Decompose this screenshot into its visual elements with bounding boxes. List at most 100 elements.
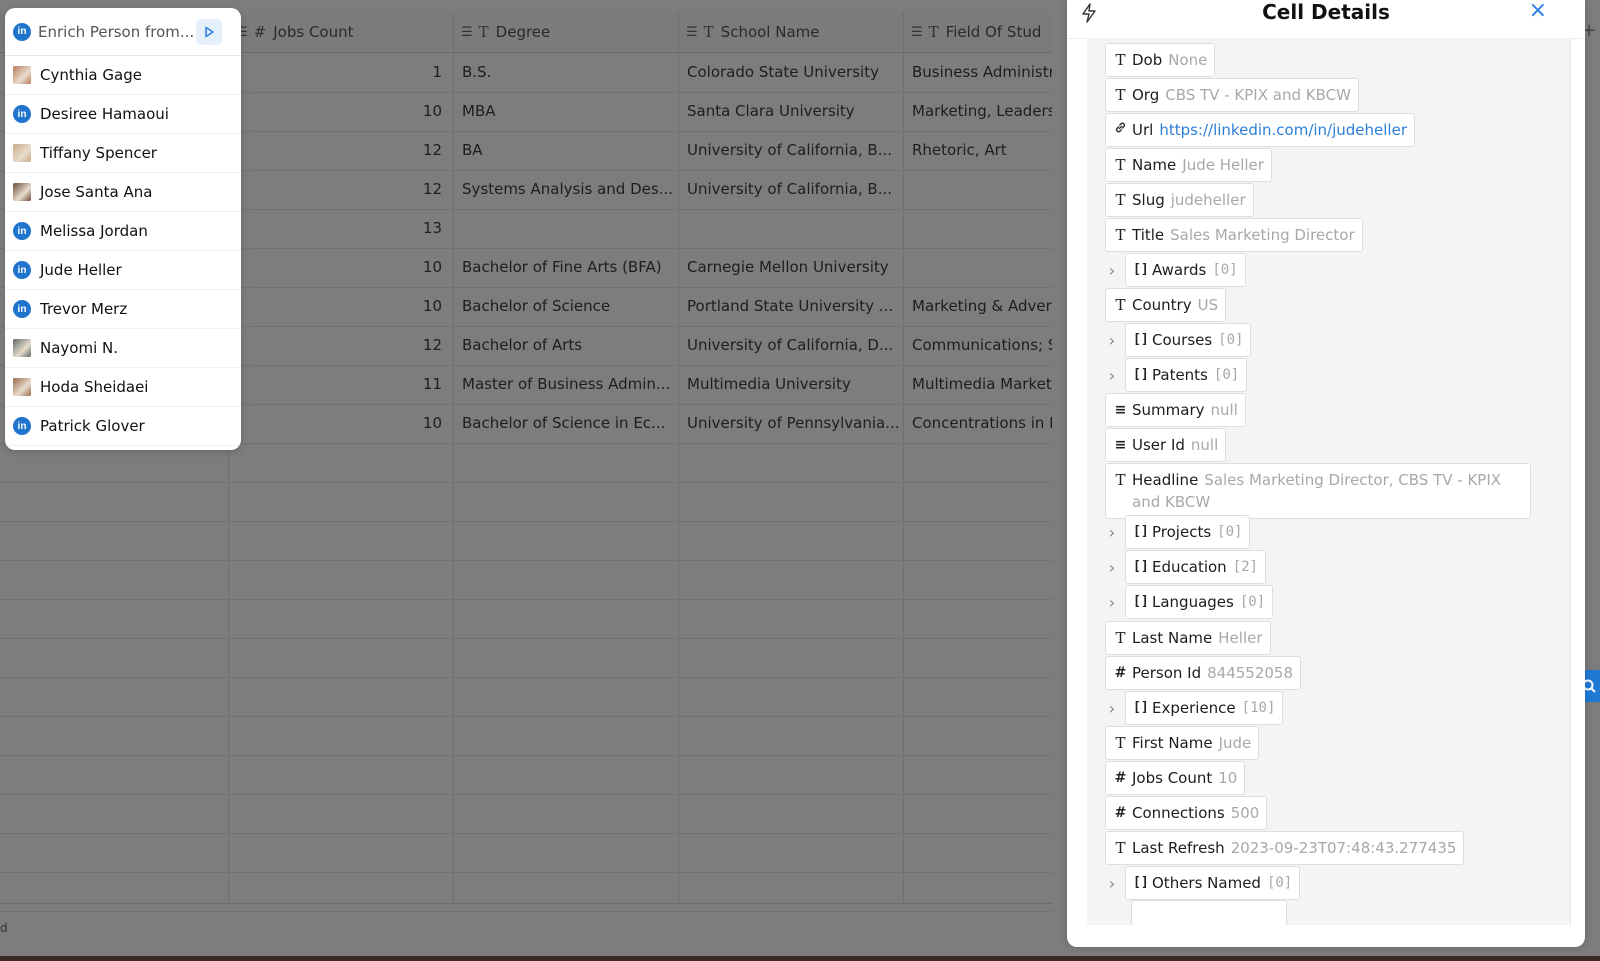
table-cell-field[interactable] [912,170,1052,209]
chevron-right-icon[interactable]: › [1099,558,1125,577]
field-pill[interactable]: # Person Id 844552058 [1105,656,1302,690]
table-cell-school[interactable]: Portland State University ... [687,287,901,326]
run-button[interactable] [196,18,222,45]
chevron-right-icon[interactable]: › [1099,523,1125,542]
field-pill[interactable]: [] Experience [10] [1125,691,1284,725]
person-option[interactable]: in Patrick Glover [5,407,241,446]
field-pill[interactable]: T Title Sales Marketing Director [1105,218,1363,252]
field-pill[interactable]: T Last Refresh 2023-09-23T07:48:43.277435 [1105,831,1465,865]
chevron-right-icon[interactable]: › [1099,699,1125,718]
field-pill[interactable]: T Name Jude Heller [1105,148,1272,182]
column-header-field-of-study[interactable]: ☰ T Field Of Stud [911,12,1052,52]
table-cell-jobs[interactable]: 10 [236,248,442,287]
table-cell-school[interactable]: Multimedia University [687,365,901,404]
table-cell-degree[interactable]: Bachelor of Science in Ec... [462,404,676,443]
table-cell-jobs[interactable]: 12 [236,170,442,209]
table-cell-jobs[interactable]: 13 [236,209,442,248]
table-cell-jobs[interactable]: 10 [236,287,442,326]
column-header-school-name[interactable]: ☰ T School Name [686,12,904,52]
table-cell-jobs[interactable]: 10 [236,404,442,443]
table-cell-field[interactable]: Rhetoric, Art [912,131,1052,170]
table-cell-school[interactable]: Santa Clara University [687,92,901,131]
table-cell-degree[interactable]: Bachelor of Arts [462,326,676,365]
field-key: User Id [1132,436,1185,454]
table-cell-jobs[interactable]: 12 [236,131,442,170]
linkedin-icon: in [13,417,31,435]
table-cell-degree[interactable]: MBA [462,92,676,131]
column-header-jobs-count[interactable]: ☰ # Jobs Count [236,12,454,52]
table-cell-degree[interactable]: Master of Business Admin... [462,365,676,404]
table-cell-field[interactable]: Communications; S [912,326,1052,365]
person-option[interactable]: in Jude Heller [5,251,241,290]
field-value[interactable]: https://linkedin.com/in/judeheller [1159,119,1407,141]
link-icon [1113,119,1128,141]
person-option[interactable]: in Trevor Merz [5,290,241,329]
table-cell-jobs[interactable]: 1 [236,53,442,92]
table-cell-field[interactable]: Marketing, Leaders [912,92,1052,131]
table-cell-degree[interactable]: B.S. [462,53,676,92]
table-row [0,794,1052,834]
table-cell-degree[interactable] [462,209,676,248]
table-cell-field[interactable] [912,209,1052,248]
table-cell-jobs[interactable]: 12 [236,326,442,365]
field-pill[interactable]: [] Patents [0] [1125,358,1248,392]
person-option[interactable]: Jose Santa Ana [5,173,241,212]
sort-icon: ☰ [911,24,923,40]
field-pill[interactable]: [] Awards [0] [1125,253,1246,287]
field-key: Experience [1152,699,1236,717]
table-cell-school[interactable]: University of California, B... [687,131,901,170]
table-cell-degree[interactable]: Systems Analysis and Des... [462,170,676,209]
field-pill[interactable]: T First Name Jude [1105,726,1260,760]
field-first-name: T First Name Jude [1105,726,1260,760]
field-pill[interactable]: # Connections 500 [1105,796,1268,830]
field-pill[interactable]: # Jobs Count 10 [1105,761,1246,795]
chevron-right-icon[interactable]: › [1099,261,1125,280]
field-pill[interactable]: [] Courses [0] [1125,323,1252,357]
table-cell-jobs[interactable]: 11 [236,365,442,404]
table-cell-field[interactable]: Business Administr [912,53,1052,92]
field-key: Others Named [1152,874,1261,892]
table-cell-degree[interactable]: Bachelor of Science [462,287,676,326]
paragraph-icon: ≡ [1114,402,1127,418]
person-option[interactable]: Nayomi N. [5,329,241,368]
field-pill[interactable] [1131,900,1287,925]
table-cell-school[interactable]: University of California, D... [687,326,901,365]
table-cell-field[interactable]: Marketing & Advert [912,287,1052,326]
field-pill[interactable]: T Dob None [1105,43,1216,77]
table-cell-field[interactable]: Concentrations in F [912,404,1052,443]
table-cell-school[interactable] [687,209,901,248]
chevron-right-icon[interactable]: › [1099,874,1125,893]
close-icon[interactable]: × [1529,0,1547,22]
field-pill[interactable]: [] Education [2] [1125,550,1266,584]
chevron-right-icon[interactable]: › [1099,593,1125,612]
chevron-right-icon[interactable]: › [1099,366,1125,385]
table-cell-field[interactable] [912,248,1052,287]
table-cell-degree[interactable]: Bachelor of Fine Arts (BFA) [462,248,676,287]
field-pill[interactable]: T Country US [1105,288,1227,322]
field-pill[interactable]: [] Others Named [0] [1125,866,1301,900]
field-pill[interactable]: [] Languages [0] [1125,585,1274,619]
column-header-degree[interactable]: ☰ T Degree [461,12,679,52]
table-cell-degree[interactable]: BA [462,131,676,170]
person-option[interactable]: Tiffany Spencer [5,134,241,173]
table-cell-school[interactable]: University of Pennsylvania... [687,404,901,443]
field-pill[interactable]: ≡ Summary null [1105,393,1246,427]
person-option[interactable]: Hoda Sheidaei [5,368,241,407]
scroll-track[interactable] [1570,38,1571,925]
field-pill[interactable]: [] Projects [0] [1125,515,1251,549]
table-cell-school[interactable]: University of California, B... [687,170,901,209]
table-cell-field[interactable]: Multimedia Marketi [912,365,1052,404]
table-cell-school[interactable]: Colorado State University [687,53,901,92]
field-pill[interactable]: ≡ User Id null [1105,428,1227,462]
person-option[interactable]: Cynthia Gage [5,56,241,95]
field-pill[interactable]: T Headline Sales Marketing Director, CBS T… [1105,463,1531,519]
field-pill[interactable]: T Slug judeheller [1105,183,1254,217]
field-pill[interactable]: T Org CBS TV - KPIX and KBCW [1105,78,1359,112]
field-pill[interactable]: Url https://linkedin.com/in/judeheller [1105,113,1415,147]
person-option[interactable]: in Desiree Hamaoui [5,95,241,134]
person-option[interactable]: in Melissa Jordan [5,212,241,251]
table-cell-jobs[interactable]: 10 [236,92,442,131]
table-cell-school[interactable]: Carnegie Mellon University [687,248,901,287]
field-pill[interactable]: T Last Name Heller [1105,621,1271,655]
chevron-right-icon[interactable]: › [1099,331,1125,350]
